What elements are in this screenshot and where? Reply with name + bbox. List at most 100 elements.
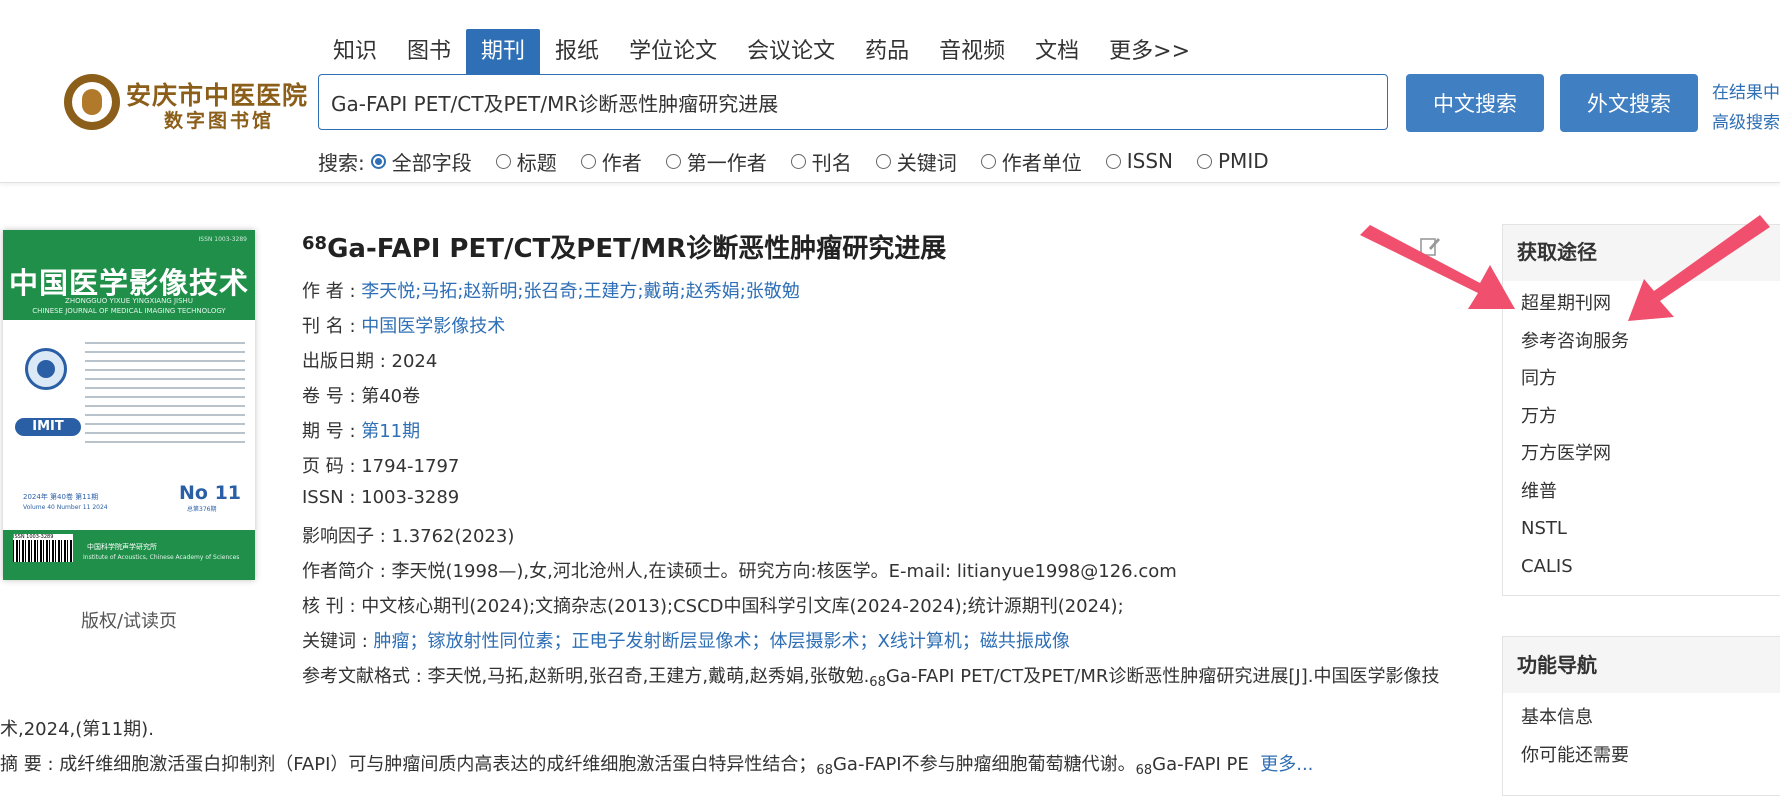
cover-issn: ISSN 1003-3289 xyxy=(198,236,248,243)
tab-3[interactable]: 报纸 xyxy=(540,29,614,75)
search-field-option-3[interactable]: 第一作者 xyxy=(665,147,767,176)
radio-icon[interactable] xyxy=(1197,153,1212,169)
author-link[interactable]: 王建方 xyxy=(584,281,638,302)
radio-icon[interactable] xyxy=(495,153,511,169)
search-field-label: 刊名 xyxy=(811,150,852,175)
search-field-option-2[interactable]: 作者 xyxy=(580,147,642,176)
issue-link[interactable]: 第11期 xyxy=(361,421,420,442)
keyword-separator: ； xyxy=(553,631,572,652)
keyword-link[interactable]: 正电子发射断层显像术 xyxy=(572,631,752,652)
search-box[interactable] xyxy=(318,74,1388,130)
search-input[interactable] xyxy=(319,75,1387,129)
radio-icon[interactable] xyxy=(1105,153,1121,169)
volume-row: 卷 号 : 第40卷 xyxy=(302,382,420,408)
keyword-link[interactable]: 体层摄影术 xyxy=(770,631,860,652)
search-fields-label: 搜索: xyxy=(318,150,365,175)
function-nav-item-0[interactable]: 基本信息 xyxy=(1503,699,1780,737)
search-field-option-4[interactable]: 刊名 xyxy=(790,147,852,176)
author-link[interactable]: 戴萌 xyxy=(644,281,680,302)
abstract-text-b: Ga-FAPI不参与肿瘤细胞葡萄糖代谢。 xyxy=(832,754,1136,775)
abstract-text-a: 成纤维细胞激活蛋白抑制剂（FAPI）可与肿瘤间质内高表达的成纤维细胞激活蛋白特异… xyxy=(59,754,817,775)
author-link[interactable]: 赵秀娟 xyxy=(686,281,740,302)
radio-icon[interactable] xyxy=(980,153,996,169)
edit-icon[interactable] xyxy=(1418,234,1442,258)
access-list: 超星期刊网 参考咨询服务 同方 万方 万方医学网 维普 NSTL CALIS xyxy=(1503,281,1780,585)
citation-isotope-sub: 68 xyxy=(869,675,886,690)
search-field-option-0[interactable]: 全部字段 xyxy=(370,147,472,176)
tab-6[interactable]: 药品 xyxy=(850,29,924,75)
tab-0[interactable]: 知识 xyxy=(318,29,392,75)
author-link[interactable]: 张召奇 xyxy=(523,281,577,302)
keyword-link[interactable]: 肿瘤 xyxy=(374,631,410,652)
radio-icon[interactable] xyxy=(665,153,681,169)
search-field-option-6[interactable]: 作者单位 xyxy=(980,147,1082,176)
authors-label: 作 者 : xyxy=(302,281,362,302)
pubdate-value: 2024 xyxy=(391,351,438,372)
access-source-1[interactable]: 参考咨询服务 xyxy=(1503,323,1780,361)
search-field-option-1[interactable]: 标题 xyxy=(495,147,557,176)
keywords-label: 关键词 : xyxy=(302,631,374,652)
header: 安庆市中医医院 数字图书馆 知识 图书 期刊 报纸 学位论文 会议论文 药品 音视频 文档 更多>… xyxy=(0,0,1780,183)
access-source-4[interactable]: 万方医学网 xyxy=(1503,435,1780,473)
chinese-search-button[interactable]: 中文搜索 xyxy=(1406,74,1544,132)
access-source-2[interactable]: 同方 xyxy=(1503,360,1780,398)
issn-value: 1003-3289 xyxy=(361,487,460,508)
tab-7[interactable]: 音视频 xyxy=(924,29,1020,75)
cover-caption-link[interactable]: 版权/试读页 xyxy=(3,607,255,633)
hospital-emblem-icon xyxy=(64,74,120,130)
search-field-label: 作者单位 xyxy=(1001,150,1082,175)
author-link[interactable]: 张敬勉 xyxy=(746,281,800,302)
tab-5[interactable]: 会议论文 xyxy=(732,29,850,75)
issue-label: 期 号 : xyxy=(302,421,362,442)
foreign-search-button[interactable]: 外文搜索 xyxy=(1560,74,1698,132)
advanced-search-link[interactable]: 高级搜索 xyxy=(1712,108,1780,133)
citation-label: 参考文献格式 : xyxy=(302,666,428,687)
tab-4[interactable]: 学位论文 xyxy=(614,29,732,75)
citation-authors: 李天悦,马拓,赵新明,张召奇,王建方,戴萌,赵秀娟,张敬勉. xyxy=(427,666,870,687)
radio-icon[interactable] xyxy=(580,153,596,169)
cover-publisher-en: Institute of Acoustics, Chinese Academy … xyxy=(83,554,240,561)
radio-icon[interactable] xyxy=(370,153,386,169)
issue-row: 期 号 : 第11期 xyxy=(302,417,420,443)
pubdate-row: 出版日期 : 2024 xyxy=(302,347,437,373)
authors-list: 李天悦;马拓;赵新明;张召奇;王建方;戴萌;赵秀娟;张敬勉 xyxy=(361,281,800,302)
keyword-link[interactable]: X线计算机 xyxy=(878,631,962,652)
impact-value: 1.3762(2023) xyxy=(391,526,515,547)
volume-label: 卷 号 : xyxy=(302,386,362,407)
tab-1[interactable]: 图书 xyxy=(392,29,466,75)
author-link[interactable]: 李天悦 xyxy=(361,281,415,302)
tab-8[interactable]: 文档 xyxy=(1020,29,1094,75)
search-field-option-7[interactable]: ISSN xyxy=(1105,149,1173,173)
category-tabs: 知识 图书 期刊 报纸 学位论文 会议论文 药品 音视频 文档 更多>> xyxy=(318,29,1205,75)
tab-2[interactable]: 期刊 xyxy=(466,29,541,75)
journal-label: 刊 名 : xyxy=(302,316,362,337)
abstract-more-link[interactable]: 更多... xyxy=(1260,754,1313,775)
author-link[interactable]: 赵新明 xyxy=(463,281,517,302)
access-source-5[interactable]: 维普 xyxy=(1503,473,1780,511)
access-source-3[interactable]: 万方 xyxy=(1503,398,1780,436)
search-in-results-link[interactable]: 在结果中 xyxy=(1712,78,1780,103)
keyword-link[interactable]: 磁共振成像 xyxy=(980,631,1070,652)
cover-issue-number: No 11 xyxy=(179,482,242,504)
radio-icon[interactable] xyxy=(790,153,806,169)
function-nav-item-1[interactable]: 你可能还需要 xyxy=(1503,737,1780,775)
access-panel-title: 获取途径 xyxy=(1503,225,1780,281)
keyword-link[interactable]: 镓放射性同位素 xyxy=(428,631,554,652)
library-logo[interactable]: 安庆市中医医院 数字图书馆 xyxy=(64,74,312,132)
article-title: 68Ga-FAPI PET/CT及PET/MR诊断恶性肿瘤研究进展 xyxy=(302,228,946,265)
tab-9[interactable]: 更多>> xyxy=(1094,29,1205,75)
search-field-option-8[interactable]: PMID xyxy=(1197,149,1269,173)
journal-link[interactable]: 中国医学影像技术 xyxy=(361,316,505,337)
access-source-6[interactable]: NSTL xyxy=(1503,510,1780,548)
author-link[interactable]: 马拓 xyxy=(421,281,457,302)
access-source-0[interactable]: 超星期刊网 xyxy=(1503,285,1780,323)
citation-title: Ga-FAPI PET/CT及PET/MR诊断恶性肿瘤研究进展[J].中国医学影… xyxy=(885,666,1440,687)
access-source-7[interactable]: CALIS xyxy=(1503,548,1780,586)
journal-cover[interactable]: ISSN 1003-3289 中国医学影像技术 ZHONGGUO YIXUE Y… xyxy=(3,230,255,580)
impact-label: 影响因子 : xyxy=(302,526,392,547)
journal-row: 刊 名 : 中国医学影像技术 xyxy=(302,312,505,338)
keywords-list: 肿瘤；镓放射性同位素；正电子发射断层显像术；体层摄影术；X线计算机；磁共振成像 xyxy=(374,631,1070,652)
search-field-option-5[interactable]: 关键词 xyxy=(875,147,957,176)
radio-icon[interactable] xyxy=(875,153,891,169)
search-field-label: 关键词 xyxy=(896,150,957,175)
